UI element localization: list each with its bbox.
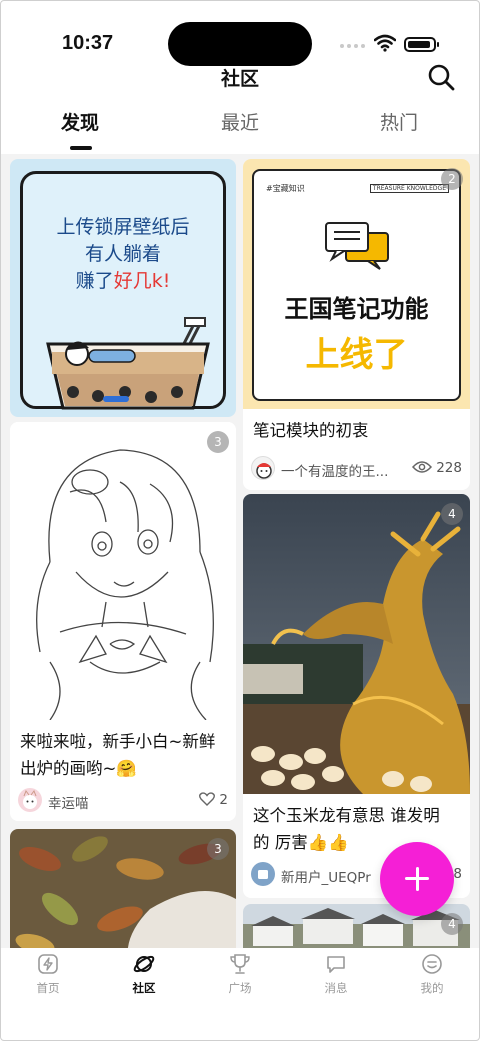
author-name[interactable]: 一个有温度的王... xyxy=(281,460,403,480)
bottom-nav: 首页 社区 广场 消息 我的 xyxy=(0,948,480,1041)
image-text-line: 上传锁屏壁纸后 xyxy=(56,216,190,238)
tab-indicator xyxy=(70,146,92,150)
golden-dragon-photo xyxy=(243,494,470,794)
like-count[interactable]: 2 xyxy=(199,792,228,808)
nav-item-plaza[interactable]: 广场 xyxy=(192,952,288,1002)
create-post-button[interactable] xyxy=(380,842,454,916)
image-highlight: 上线了 xyxy=(305,335,408,375)
post-caption: 笔记模块的初衷 xyxy=(253,421,369,440)
image-tag: #宝藏知识 xyxy=(266,184,305,193)
nav-label: 我的 xyxy=(420,981,444,995)
caption-line: 出炉的画哟~🤗 xyxy=(20,759,137,778)
post-meta: 一个有温度的王... 228 xyxy=(251,456,462,482)
battery-icon xyxy=(404,37,439,52)
nav-item-community[interactable]: 社区 xyxy=(96,952,192,1002)
search-icon[interactable] xyxy=(424,60,458,94)
post-card[interactable]: 4 这个玉米龙有意思 谁发明 的 厉害👍👍 新用户_UEQPr 8 xyxy=(243,494,470,898)
eye-icon xyxy=(411,461,432,473)
home-bolt-icon xyxy=(38,954,58,974)
bubble-tea-illustration xyxy=(46,317,210,410)
post-card[interactable]: 3 来啦来啦，新手小白~新鲜 出炉的画哟~🤗 幸运喵 2 xyxy=(10,422,236,821)
nav-item-profile[interactable]: 我的 xyxy=(384,952,480,1002)
post-feed[interactable]: 上传锁屏壁纸后 有人躺着 赚了好几k! #宝藏知识 TREASURE KNOWL… xyxy=(0,154,480,948)
tab-recent[interactable]: 最近 xyxy=(221,108,259,135)
post-meta: 幸运喵 2 xyxy=(18,788,228,814)
image-tag-right: TREASURE KNOWLEDGE xyxy=(369,184,449,193)
message-icon xyxy=(327,956,345,973)
post-image: #宝藏知识 TREASURE KNOWLEDGE 王国笔记功能 上线了 xyxy=(243,159,470,409)
view-count: 8 xyxy=(453,866,462,882)
nav-item-messages[interactable]: 消息 xyxy=(288,952,384,1002)
nav-label: 社区 xyxy=(132,981,156,995)
status-bar: 10:37 xyxy=(0,0,480,66)
page-title: 社区 xyxy=(220,68,259,90)
caption-line: 来啦来啦，新手小白~新鲜 xyxy=(20,732,216,751)
dynamic-island xyxy=(168,22,312,66)
author-name[interactable]: 幸运喵 xyxy=(48,792,168,812)
heart-icon xyxy=(199,792,216,806)
image-count-badge: 3 xyxy=(207,431,229,453)
status-time: 10:37 xyxy=(62,32,114,54)
image-text-line: 有人躺着 xyxy=(84,243,161,265)
nav-item-home[interactable]: 首页 xyxy=(0,952,96,1002)
avatar[interactable] xyxy=(251,862,275,886)
image-text-highlight: 好几k! xyxy=(113,270,171,292)
note-chat-icon xyxy=(325,222,389,270)
like-count-value: 2 xyxy=(219,792,228,808)
nav-label: 首页 xyxy=(36,981,60,995)
autumn-leaves-photo xyxy=(10,829,236,948)
anime-girl-sketch xyxy=(10,422,236,720)
tab-discover[interactable]: 发现 xyxy=(61,108,99,135)
post-image: 上传锁屏壁纸后 有人躺着 赚了好几k! xyxy=(20,171,226,410)
image-count-badge: 4 xyxy=(441,913,463,935)
cellular-signal-icon xyxy=(340,44,368,50)
image-headline: 王国笔记功能 xyxy=(284,295,429,323)
post-card[interactable]: 3 xyxy=(10,829,236,948)
nav-label: 消息 xyxy=(324,981,348,995)
trophy-icon xyxy=(230,954,250,974)
post-card[interactable]: 上传锁屏壁纸后 有人躺着 赚了好几k! xyxy=(10,159,236,417)
nav-label: 广场 xyxy=(228,981,252,995)
post-card[interactable]: #宝藏知识 TREASURE KNOWLEDGE 王国笔记功能 上线了 2 笔记… xyxy=(243,159,470,490)
view-count: 228 xyxy=(411,460,462,476)
planet-icon xyxy=(133,955,155,973)
profile-icon xyxy=(422,954,442,974)
wifi-icon xyxy=(374,34,396,52)
avatar[interactable] xyxy=(18,788,42,812)
avatar[interactable] xyxy=(251,456,275,480)
image-count-badge: 2 xyxy=(441,168,463,190)
tab-popular[interactable]: 热门 xyxy=(380,108,418,135)
post-caption: 来啦来啦，新手小白~新鲜 出炉的画哟~🤗 xyxy=(20,728,226,782)
caption-line: 这个玉米龙有意思 谁发明 xyxy=(253,806,440,825)
view-count-value: 228 xyxy=(436,460,462,476)
image-count-badge: 3 xyxy=(207,838,229,860)
image-count-badge: 4 xyxy=(441,503,463,525)
image-text-line: 赚了 xyxy=(75,270,114,292)
